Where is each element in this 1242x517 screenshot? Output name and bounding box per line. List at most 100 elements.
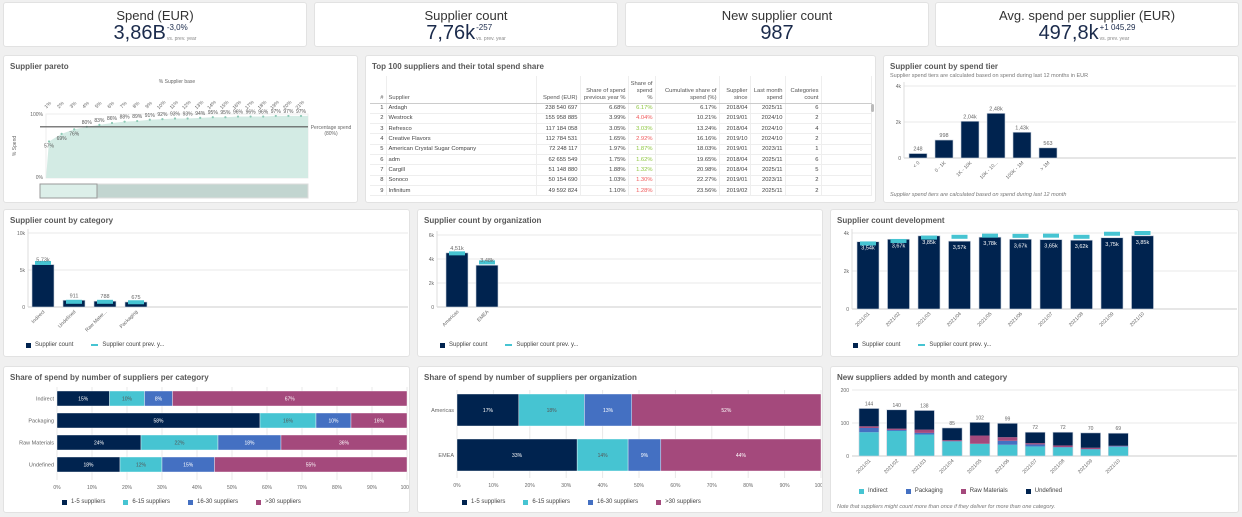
data-label: 138 xyxy=(920,403,929,409)
table-cell: 1.97% xyxy=(580,144,629,155)
column-header[interactable]: Last month spend xyxy=(750,76,786,104)
legend-item[interactable]: 6-15 suppliers xyxy=(523,499,570,505)
top-suppliers-panel[interactable]: Top 100 suppliers and their total spend … xyxy=(365,55,876,203)
legend-item[interactable]: Supplier count xyxy=(26,342,73,348)
table-cell: Ardagh xyxy=(386,103,537,114)
x-tick-label: 40% xyxy=(192,485,203,491)
table-cell: 6 xyxy=(785,154,822,166)
table-row[interactable]: 2 Westrock 155 958 885 3.99% 4.04% 10.21% 2019… xyxy=(370,113,872,125)
y-tick-label: Raw Materials xyxy=(19,441,54,447)
legend-item[interactable]: Supplier count prev. y... xyxy=(918,342,992,348)
panel-footnote: Supplier spend tiers are calculated base… xyxy=(890,192,1067,198)
table-row[interactable]: 9 Infinitum 49 592 824 1.10% 1.28% 23.56% 2019… xyxy=(370,185,872,197)
legend-item[interactable]: >30 suppliers xyxy=(256,499,301,505)
bar xyxy=(986,113,1006,159)
data-label: 55% xyxy=(306,463,317,469)
table-row[interactable]: 3 Refresco 117 184 058 3.05% 3.03% 13.24% 2018… xyxy=(370,123,872,135)
table-cell: 6 xyxy=(785,103,822,114)
spend-tier-panel[interactable]: 0 2k 4k 248 < 0 998 0 - 1K 2,04k 1K - 10K 2,48k 10… xyxy=(883,55,1239,203)
pareto-panel[interactable]: 57% 1% 69% 2% 76% 3% 80% 4% 83% 5% 86% 6% 88% 7% 89% 8%… xyxy=(3,55,358,203)
table-cell: 6.68% xyxy=(580,103,629,114)
column-header[interactable]: Spend (EUR) xyxy=(536,76,581,104)
new-suppliers-panel[interactable]: 0 100 200 144 2021/01 140 2021/02 138 2021/03 85 2… xyxy=(830,366,1239,513)
y-tick-label: 5k xyxy=(20,268,26,274)
table-row[interactable]: 4 Creative Flavors 112 784 531 1.65% 2.92% 16… xyxy=(370,133,872,145)
data-label: 10% xyxy=(122,397,133,403)
column-header[interactable]: Supplier xyxy=(386,76,537,104)
pareto-point xyxy=(47,140,51,143)
table-scrollbar[interactable] xyxy=(871,104,874,112)
table-row[interactable]: 1 Ardagh 238 540 697 6.68% 6.17% 6.17% 2018/04… xyxy=(370,103,872,114)
data-label: 14% xyxy=(598,453,609,459)
kpi-avg-spend[interactable]: Avg. spend per supplier (EUR) 497,8k +1 0… xyxy=(935,2,1239,47)
pareto-chart[interactable]: 57% 1% 69% 2% 76% 3% 80% 4% 83% 5%86% 6%88% 7%89% 8%… xyxy=(4,56,358,203)
x-tick-label: 50% xyxy=(634,483,645,489)
table-row[interactable]: 8 Sonoco 50 154 690 1.03% 1.30% 22.27% 2019/01… xyxy=(370,175,872,186)
legend-item[interactable]: 16-30 suppliers xyxy=(188,499,238,505)
bar-segment xyxy=(886,409,907,429)
category-count-panel[interactable]: 0 5k 10k 5,73k Indirect 911 Undefined 788 Raw Ma… xyxy=(3,209,410,357)
column-header[interactable]: Categories count xyxy=(785,76,822,104)
pareto-point xyxy=(123,120,126,123)
legend-item[interactable]: 6-15 suppliers xyxy=(123,499,170,505)
column-header[interactable]: Supplier since xyxy=(719,76,751,104)
share-category-chart[interactable]: 0% 10% 20% 30% 40% 50% 60% 70% 80% 90% 100% 15% 10% 8… xyxy=(4,367,410,513)
y-tick-label: 100% xyxy=(30,112,43,118)
pareto-point xyxy=(173,117,177,120)
y-tick-label: Packaging xyxy=(28,419,54,425)
legend-item[interactable]: Undefined xyxy=(1025,488,1062,494)
pareto-point xyxy=(299,114,303,118)
legend-item[interactable]: Supplier count xyxy=(440,342,487,348)
prev-year-marker xyxy=(1012,233,1029,238)
kpi-supplier-count[interactable]: Supplier count 7,76k -257 vs. prev. year xyxy=(314,2,618,47)
column-header[interactable]: Share of spend previous year % xyxy=(580,76,629,104)
bar-segment xyxy=(1025,443,1046,445)
table-cell: 2023/11 xyxy=(750,175,786,186)
legend-item[interactable]: Supplier count prev. y... xyxy=(505,342,579,348)
count-development-chart[interactable]: 0 2k 4k 3,54k 2021/01 3,67k 2021/02 3,85k 2021/0… xyxy=(831,210,1239,357)
legend-item[interactable]: Packaging xyxy=(905,488,943,494)
organization-count-chart[interactable]: 0 2k 4k 6k 4,51k Americas 3,48k EMEA xyxy=(418,210,823,357)
column-header[interactable]: # xyxy=(370,76,387,104)
legend-item[interactable]: 1-5 suppliers xyxy=(462,499,505,505)
share-organization-panel[interactable]: 0% 10% 20% 30% 40% 50% 60% 70% 80% 90% 100% 17% 18% 1… xyxy=(417,366,823,513)
legend-item[interactable]: Supplier count prev. y... xyxy=(91,342,165,348)
category-count-chart[interactable]: 0 5k 10k 5,73k Indirect 911 Undefined 788 Raw Ma… xyxy=(4,210,410,357)
share-category-panel[interactable]: 0% 10% 20% 30% 40% 50% 60% 70% 80% 90% 100% 15% 10% 8… xyxy=(3,366,410,513)
y-tick-label: Indirect xyxy=(36,397,55,403)
legend-item[interactable]: 1-5 suppliers xyxy=(62,499,105,505)
x-tick-label: 3% xyxy=(69,100,79,110)
share-organization-chart[interactable]: 0% 10% 20% 30% 40% 50% 60% 70% 80% 90% 100% 17% 18% 1… xyxy=(418,367,823,513)
table-cell: 2024/10 xyxy=(750,113,786,125)
data-label: 4,51k xyxy=(450,246,464,252)
legend: Supplier count Supplier count prev. y... xyxy=(440,342,579,348)
legend-item[interactable]: 16-30 suppliers xyxy=(588,499,638,505)
table-cell: 2025/11 xyxy=(750,185,786,197)
x-tick-label: 2021/08 xyxy=(1049,458,1066,475)
column-header[interactable]: Cumulative share of spend (%) xyxy=(655,76,720,104)
table-row[interactable]: 6 adm 62 655 549 1.75% 1.62% 19.65% 2018/04 202… xyxy=(370,154,872,166)
kpi-spend[interactable]: Spend (EUR) 3,86B -3,0% vs. prev. year xyxy=(3,2,307,47)
pareto-point xyxy=(236,115,240,118)
data-label: 36% xyxy=(339,441,350,447)
count-development-panel[interactable]: 0 2k 4k 3,54k 2021/01 3,67k 2021/02 3,85k 2021/0… xyxy=(830,209,1239,357)
kpi-new-supplier-count[interactable]: New supplier count 987 xyxy=(625,2,929,47)
organization-count-panel[interactable]: 0 2k 4k 6k 4,51k Americas 3,48k EMEA Supplier c… xyxy=(417,209,823,357)
bar-segment xyxy=(1052,432,1073,446)
x-tick-label: < 0 xyxy=(912,160,921,169)
data-label: 69% xyxy=(57,136,68,142)
legend-item[interactable]: Raw Materials xyxy=(960,488,1008,494)
legend-item[interactable]: >30 suppliers xyxy=(656,499,701,505)
table-row[interactable]: 5 American Crystal Sugar Company 72 248 11… xyxy=(370,144,872,155)
table-row[interactable]: 7 Cargill 51 148 880 1.88% 1.32% 20.98% 2018/0… xyxy=(370,164,872,176)
column-header[interactable]: Share of spend % xyxy=(628,76,656,104)
pareto-point xyxy=(287,114,290,118)
y-tick-label: EMEA xyxy=(438,453,454,459)
table-cell: 1.28% xyxy=(628,185,656,197)
panel-title: Supplier pareto xyxy=(10,62,69,71)
range-scrollbar-thumb[interactable] xyxy=(39,183,98,199)
x-tick-label: 6% xyxy=(107,100,117,110)
data-label: 67% xyxy=(285,397,296,403)
legend-item[interactable]: Indirect xyxy=(859,488,888,494)
legend-item[interactable]: Supplier count xyxy=(853,342,900,348)
